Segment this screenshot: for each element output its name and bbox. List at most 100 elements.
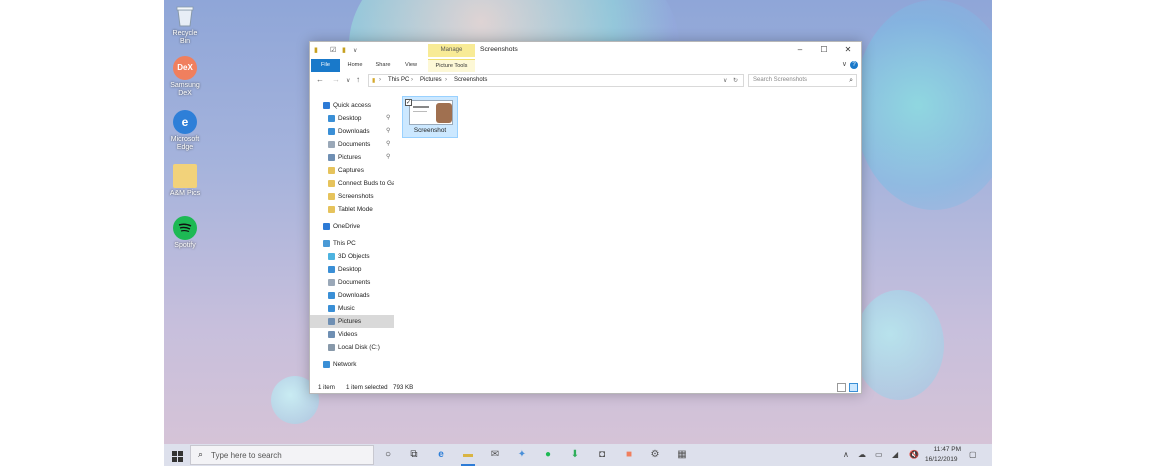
clock-date[interactable]: 16/12/2019 (925, 456, 958, 463)
address-bar[interactable]: ▮ › This PC › Pictures › Screenshots ∨ ↻ (368, 74, 744, 87)
nav-item-label: Desktop (338, 266, 362, 273)
manage-tab[interactable]: Manage (428, 44, 475, 57)
nav-quick-access-desktop[interactable]: Desktop ⚲ (310, 112, 394, 125)
customize-quick-access-icon[interactable]: ∨ (353, 47, 357, 54)
nav-quick-access-connect-buds-to-ga[interactable]: Connect Buds to Ga (310, 177, 394, 190)
desktop-icon-label: Spotify (174, 242, 196, 249)
tab-home[interactable]: Home (344, 59, 366, 72)
taskbar-search-box[interactable]: ⌕ Type here to search (190, 445, 374, 465)
nav-item-label: Quick access (333, 102, 372, 109)
chevron-down-icon[interactable]: ∨ (723, 77, 727, 84)
windows-start-icon[interactable] (172, 449, 183, 462)
details-view-icon[interactable] (837, 383, 846, 392)
nav-quick-access[interactable]: Quick access (310, 99, 394, 112)
edge-taskbar-icon[interactable]: e (434, 448, 448, 462)
spotify-icon (173, 216, 197, 240)
task-view-icon[interactable]: ⧉ (407, 448, 421, 462)
chevron-up-icon[interactable]: ∧ (843, 450, 849, 459)
tab-picture-tools[interactable]: Picture Tools (428, 59, 475, 72)
download-app-icon[interactable]: ⬇ (568, 448, 582, 462)
up-arrow-icon[interactable]: ↑ (356, 75, 360, 84)
volume-muted-icon[interactable]: 🔇 (909, 450, 919, 459)
taskbar: ⌕ Type here to search ○ ⧉ e ▬ ✉ ✦ ● ⬇ ◘ … (164, 444, 992, 466)
cloud-icon (323, 223, 330, 230)
pictures-icon (328, 154, 335, 161)
downloads-icon (328, 128, 335, 135)
documents-icon (328, 141, 335, 148)
action-center-icon[interactable]: ▢ (969, 450, 977, 459)
search-input[interactable]: Search Screenshots ⌕ (748, 74, 857, 87)
nav-this-pc[interactable]: This PC (310, 237, 394, 250)
nav-quick-access-pictures[interactable]: Pictures ⚲ (310, 151, 394, 164)
tab-share[interactable]: Share (372, 59, 394, 72)
recent-locations-icon[interactable]: ∨ (346, 77, 350, 84)
breadcrumb-screenshots[interactable]: Screenshots (454, 77, 487, 83)
properties-icon[interactable]: ☑ (330, 46, 336, 54)
nav-this-pc-desktop[interactable]: Desktop (310, 263, 394, 276)
desktop-icon-folder[interactable]: A&M Pics (168, 164, 202, 198)
camera-icon[interactable]: ◘ (595, 448, 609, 462)
taskbar-search-placeholder: Type here to search (211, 451, 282, 460)
ribbon-tabs: File Home Share View Picture Tools ∨ ? (310, 59, 861, 72)
mail-icon[interactable]: ✉ (488, 448, 502, 462)
forward-arrow-icon[interactable]: → (332, 75, 340, 84)
nav-this-pc-pictures[interactable]: Pictures (310, 315, 394, 328)
nav-quick-access-tablet-mode[interactable]: Tablet Mode (310, 203, 394, 216)
battery-icon[interactable]: ▭ (875, 450, 883, 459)
documents-icon (328, 279, 335, 286)
breadcrumb-pictures[interactable]: Pictures (420, 77, 442, 83)
recycle-bin-icon (173, 4, 197, 28)
desktop-icon-edge[interactable]: e Microsoft Edge (168, 110, 202, 152)
nav-item-label: This PC (333, 240, 356, 247)
calendar-icon[interactable]: ▦ (675, 448, 689, 462)
checkbox[interactable]: ✓ (405, 99, 412, 106)
network-icon[interactable]: ◢ (892, 450, 898, 459)
large-icons-view-icon[interactable] (849, 383, 858, 392)
close-icon[interactable]: ✕ (837, 44, 859, 56)
nav-item-label: 3D Objects (338, 253, 370, 260)
breadcrumb-this-pc[interactable]: This PC (388, 77, 409, 83)
new-folder-icon[interactable]: ▮ (342, 46, 346, 54)
nav-network[interactable]: Network (310, 358, 394, 371)
nav-item-label: Pictures (338, 318, 362, 325)
folder-icon (173, 164, 197, 188)
spotify-taskbar-icon[interactable]: ● (541, 448, 555, 462)
office-icon[interactable]: ■ (622, 448, 636, 462)
3d-objects-icon (328, 253, 335, 260)
settings-gear-icon[interactable]: ⚙ (648, 448, 662, 462)
tab-file[interactable]: File (311, 59, 340, 72)
nav-this-pc-videos[interactable]: Videos (310, 328, 394, 341)
nav-quick-access-captures[interactable]: Captures (310, 164, 394, 177)
refresh-icon[interactable]: ↻ (733, 77, 738, 84)
nav-this-pc-3d-objects[interactable]: 3D Objects (310, 250, 394, 263)
nav-this-pc-downloads[interactable]: Downloads (310, 289, 394, 302)
desktop-icon-recycle-bin[interactable]: Recycle Bin (168, 4, 202, 46)
cloud-icon[interactable]: ☁ (858, 450, 866, 459)
chevron-down-icon[interactable]: ∨ (842, 60, 847, 68)
cortana-icon[interactable]: ○ (381, 448, 395, 462)
nav-quick-access-downloads[interactable]: Downloads ⚲ (310, 125, 394, 138)
videos-icon (328, 331, 335, 338)
search-placeholder: Search Screenshots (753, 77, 808, 83)
desktop-icon (328, 115, 335, 122)
tab-view[interactable]: View (401, 59, 421, 72)
desktop-icon-spotify[interactable]: Spotify (168, 216, 202, 250)
back-arrow-icon[interactable]: ← (316, 75, 324, 84)
maximize-icon[interactable]: ☐ (813, 44, 835, 56)
app-icon[interactable]: ✦ (515, 448, 529, 462)
nav-quick-access-screenshots[interactable]: Screenshots (310, 190, 394, 203)
nav-this-pc-music[interactable]: Music (310, 302, 394, 315)
pin-icon: ⚲ (386, 115, 391, 121)
help-icon[interactable]: ? (850, 61, 858, 69)
nav-quick-access-documents[interactable]: Documents ⚲ (310, 138, 394, 151)
minimize-icon[interactable]: – (789, 44, 811, 56)
nav-onedrive[interactable]: OneDrive (310, 220, 394, 233)
nav-this-pc-local-disk-c[interactable]: Local Disk (C:) (310, 341, 394, 354)
desktop-icon-samsung-dex[interactable]: DeX Samsung DeX (168, 56, 202, 98)
nav-item-label: Downloads (338, 128, 370, 135)
clock-time[interactable]: 11:47 PM (927, 446, 961, 453)
downloads-icon (328, 292, 335, 299)
file-explorer-taskbar-icon[interactable]: ▬ (461, 448, 475, 466)
file-item-screenshot[interactable]: ✓ Screenshot (402, 96, 458, 138)
nav-this-pc-documents[interactable]: Documents (310, 276, 394, 289)
